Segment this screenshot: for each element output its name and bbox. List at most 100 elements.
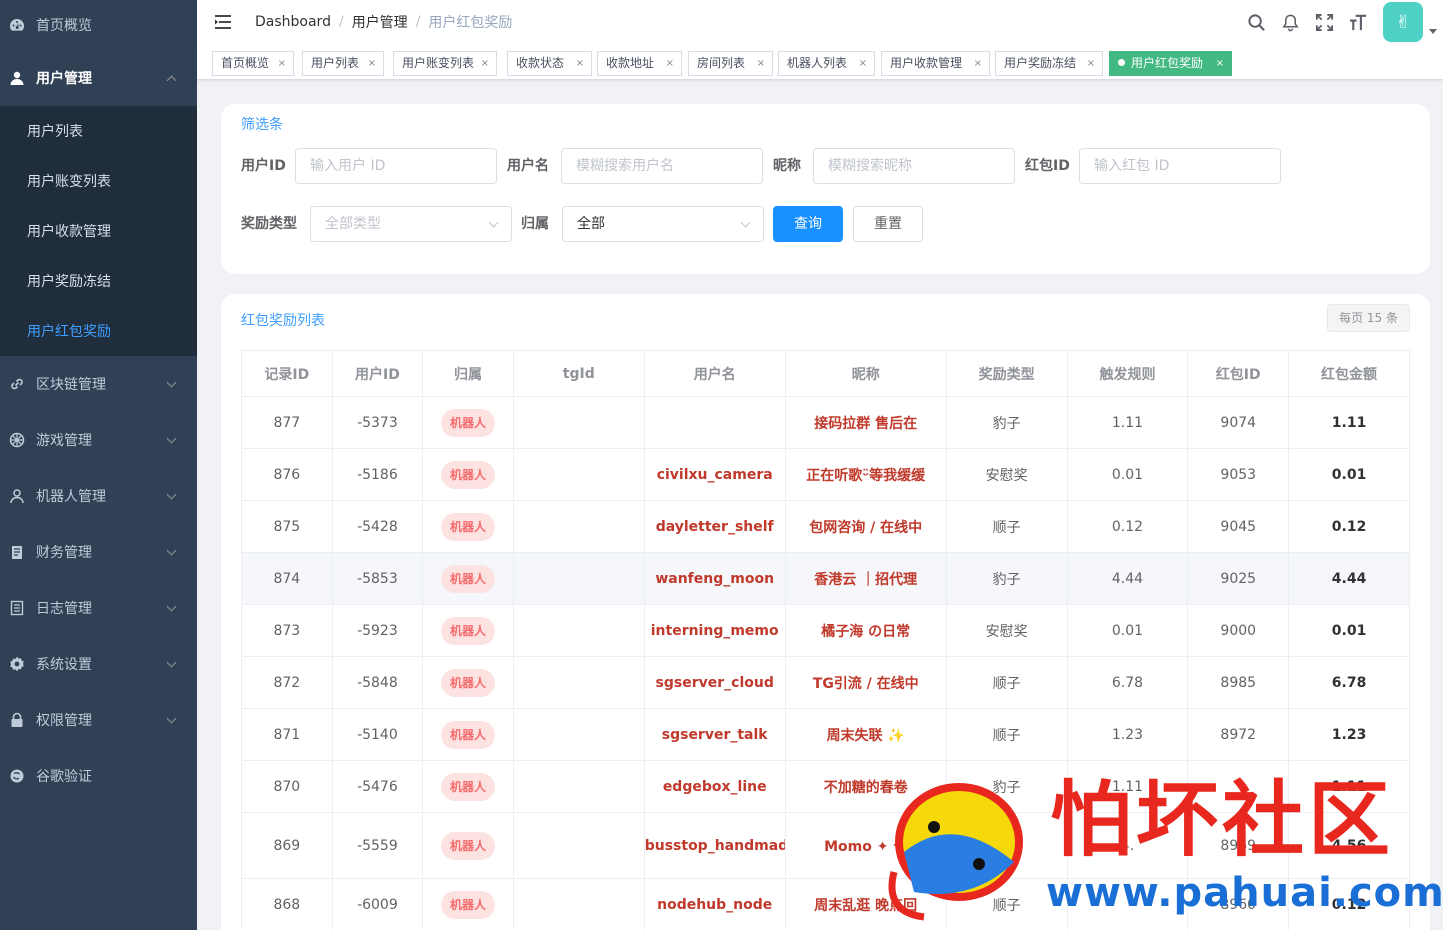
tag-home[interactable]: 首页概览 × <box>212 51 294 76</box>
table-row[interactable]: 869 -5559 机器人 busstop_handmade Momo ✦ 十 4. 896… <box>241 812 1410 879</box>
cell-type: 豹子 <box>945 396 1068 449</box>
cell-type <box>945 812 1068 879</box>
query-button[interactable]: 查询 <box>773 206 843 242</box>
tag-robot-list[interactable]: 机器人列表 × <box>778 51 875 76</box>
cell-username: busstop_handmade <box>643 812 786 879</box>
cell-text: 包网咨询 / 在线中 <box>809 519 923 536</box>
sidebar-item-google-auth[interactable]: 谷歌验证 <box>0 748 197 804</box>
dashboard-icon <box>8 16 26 34</box>
sidebar-item-log[interactable]: 日志管理 <box>0 580 197 636</box>
table-row[interactable]: 875 -5428 机器人 dayletter_shelf 包网咨询 / 在线中 顺子 0.… <box>241 500 1410 553</box>
sidebar-item-home[interactable]: 首页概览 <box>0 0 197 50</box>
sidebar-item-game[interactable]: 游戏管理 <box>0 412 197 468</box>
cell-rule: 6.78 <box>1066 656 1189 709</box>
cell-tgid <box>512 448 645 501</box>
tag-payment-status[interactable]: 收款状态 × <box>507 51 592 76</box>
username-input[interactable] <box>561 148 763 184</box>
breadcrumb-item[interactable]: Dashboard <box>255 14 331 30</box>
filter-card: 筛选条 用户ID 用户名 昵称 红包ID 奖励类型 全部类型 归属 全部 查询 … <box>221 104 1430 274</box>
cell-rpid: 9025 <box>1187 552 1290 605</box>
table-row[interactable]: 870 -5476 机器人 edgebox_line 不加糖的春卷 豹子 1.11 1.11 <box>241 760 1410 813</box>
chevron-down-icon[interactable] <box>1429 28 1437 34</box>
cell-text: -5373 <box>357 414 398 431</box>
sidebar-item-user-balance[interactable]: 用户账变列表 <box>0 156 197 206</box>
close-icon[interactable]: × <box>1216 52 1224 75</box>
breadcrumb-item[interactable]: 用户管理 <box>352 12 408 32</box>
nickname-input[interactable] <box>813 148 1015 184</box>
cell-amount: 0.01 <box>1288 448 1410 501</box>
cell-text: 安慰奖 <box>985 623 1028 640</box>
table-row[interactable]: 872 -5848 机器人 sgserver_cloud TG引流 / 在线中 顺子 6.7… <box>241 656 1410 709</box>
cell-text: 9000 <box>1220 622 1257 639</box>
close-icon[interactable]: × <box>859 52 867 75</box>
cell-text: 1.11 <box>1111 778 1144 795</box>
cell-username: sgserver_cloud <box>643 656 786 709</box>
breadcrumb-item-current: 用户红包奖励 <box>428 15 513 31</box>
chain-icon <box>8 375 26 393</box>
cell-text: 顺子 <box>992 675 1021 692</box>
cell-nickname: 接码拉群 售后在 <box>784 396 947 449</box>
cell-tgid <box>512 812 645 879</box>
sidebar-item-label: 权限管理 <box>36 713 92 729</box>
tag-user-payment[interactable]: 用户收款管理 × <box>881 51 990 76</box>
owner-select[interactable]: 全部 <box>562 206 764 242</box>
sidebar-item-label: 机器人管理 <box>36 489 106 505</box>
fullscreen-icon[interactable] <box>1307 0 1341 44</box>
cell-text: 8972 <box>1220 726 1257 743</box>
close-icon[interactable]: × <box>481 52 489 75</box>
tag-user-list[interactable]: 用户列表 × <box>302 51 384 76</box>
cell-uid: -5428 <box>331 500 424 553</box>
cell-text: 869 <box>273 837 301 854</box>
reward-type-select[interactable]: 全部类型 <box>310 206 512 242</box>
redpack-id-input[interactable] <box>1079 148 1281 184</box>
page-size-badge[interactable]: 每页 15 条 <box>1327 304 1410 332</box>
cell-text: dayletter_shelf <box>655 518 774 535</box>
cell-tgid <box>512 878 645 930</box>
sidebar-item-user-list[interactable]: 用户列表 <box>0 106 197 156</box>
sidebar-item-blockchain[interactable]: 区块链管理 <box>0 356 197 412</box>
tag-user-balance[interactable]: 用户账变列表 × <box>393 51 497 76</box>
cell-rpid: 9074 <box>1187 396 1290 449</box>
table-row[interactable]: 868 -6009 机器人 nodehub_node 周末乱逛 晚点回 顺子 8960 0.1… <box>241 878 1410 930</box>
breadcrumb: Dashboard / 用户管理 / 用户红包奖励 <box>255 12 513 32</box>
cell-uid: -5559 <box>331 812 424 879</box>
close-icon[interactable]: × <box>1087 52 1095 75</box>
search-icon[interactable] <box>1239 0 1273 44</box>
tag-user-freeze[interactable]: 用户奖励冻结 × <box>995 51 1103 76</box>
sidebar-item-settings[interactable]: 系统设置 <box>0 636 197 692</box>
tag-payment-address[interactable]: 收款地址 × <box>597 51 682 76</box>
sidebar-item-finance[interactable]: 财务管理 <box>0 524 197 580</box>
sidebar-item-user-freeze[interactable]: 用户奖励冻结 <box>0 256 197 306</box>
tag-user-redpack[interactable]: 用户红包奖励 × <box>1109 51 1232 76</box>
bell-icon[interactable] <box>1273 0 1307 44</box>
cell-text: 0.01 <box>1331 622 1367 639</box>
sidebar-item-robot[interactable]: 机器人管理 <box>0 468 197 524</box>
user-id-input[interactable] <box>295 148 497 184</box>
close-icon[interactable]: × <box>666 52 674 75</box>
cell-amount: 0.12 <box>1288 878 1410 930</box>
cell-text: 9025 <box>1220 570 1257 587</box>
sidebar-item-user-mgmt[interactable]: 用户管理 <box>0 50 197 106</box>
table-row[interactable]: 873 -5923 机器人 interning_memo 橘子海 の日常 安慰奖 0.01 9… <box>241 604 1410 657</box>
sidebar-item-permission[interactable]: 权限管理 <box>0 692 197 748</box>
table-row[interactable]: 876 -5186 机器人 civilxu_camera 正在听歌ᵕ̈等我缓缓 安慰奖 0.… <box>241 448 1410 501</box>
close-icon[interactable]: × <box>974 52 982 75</box>
hamburger-icon[interactable] <box>213 12 233 32</box>
close-icon[interactable]: × <box>368 52 376 75</box>
close-icon[interactable]: × <box>757 52 765 75</box>
font-size-icon[interactable] <box>1341 0 1375 44</box>
table-row[interactable]: 874 -5853 机器人 wanfeng_moon 香港云 ｜招代理 豹子 4.44 902… <box>241 552 1410 605</box>
cell-owner: 机器人 <box>422 552 514 605</box>
avatar[interactable]: ✌ <box>1383 2 1423 42</box>
tag-room-list[interactable]: 房间列表 × <box>688 51 773 76</box>
table-row[interactable]: 877 -5373 机器人 接码拉群 售后在 豹子 1.11 9074 1.11 <box>241 396 1410 449</box>
table-row[interactable]: 871 -5140 机器人 sgserver_talk 周末失联 ✨ 顺子 1.23 8972… <box>241 708 1410 761</box>
cell-text: 871 <box>273 726 301 743</box>
sidebar-item-user-redpack[interactable]: 用户红包奖励 <box>0 306 197 356</box>
reset-button[interactable]: 重置 <box>853 206 923 242</box>
sidebar-item-user-payment[interactable]: 用户收款管理 <box>0 206 197 256</box>
cell-text: TG引流 / 在线中 <box>812 675 919 692</box>
close-icon[interactable]: × <box>278 52 286 75</box>
user-icon <box>8 69 26 87</box>
close-icon[interactable]: × <box>576 52 584 75</box>
